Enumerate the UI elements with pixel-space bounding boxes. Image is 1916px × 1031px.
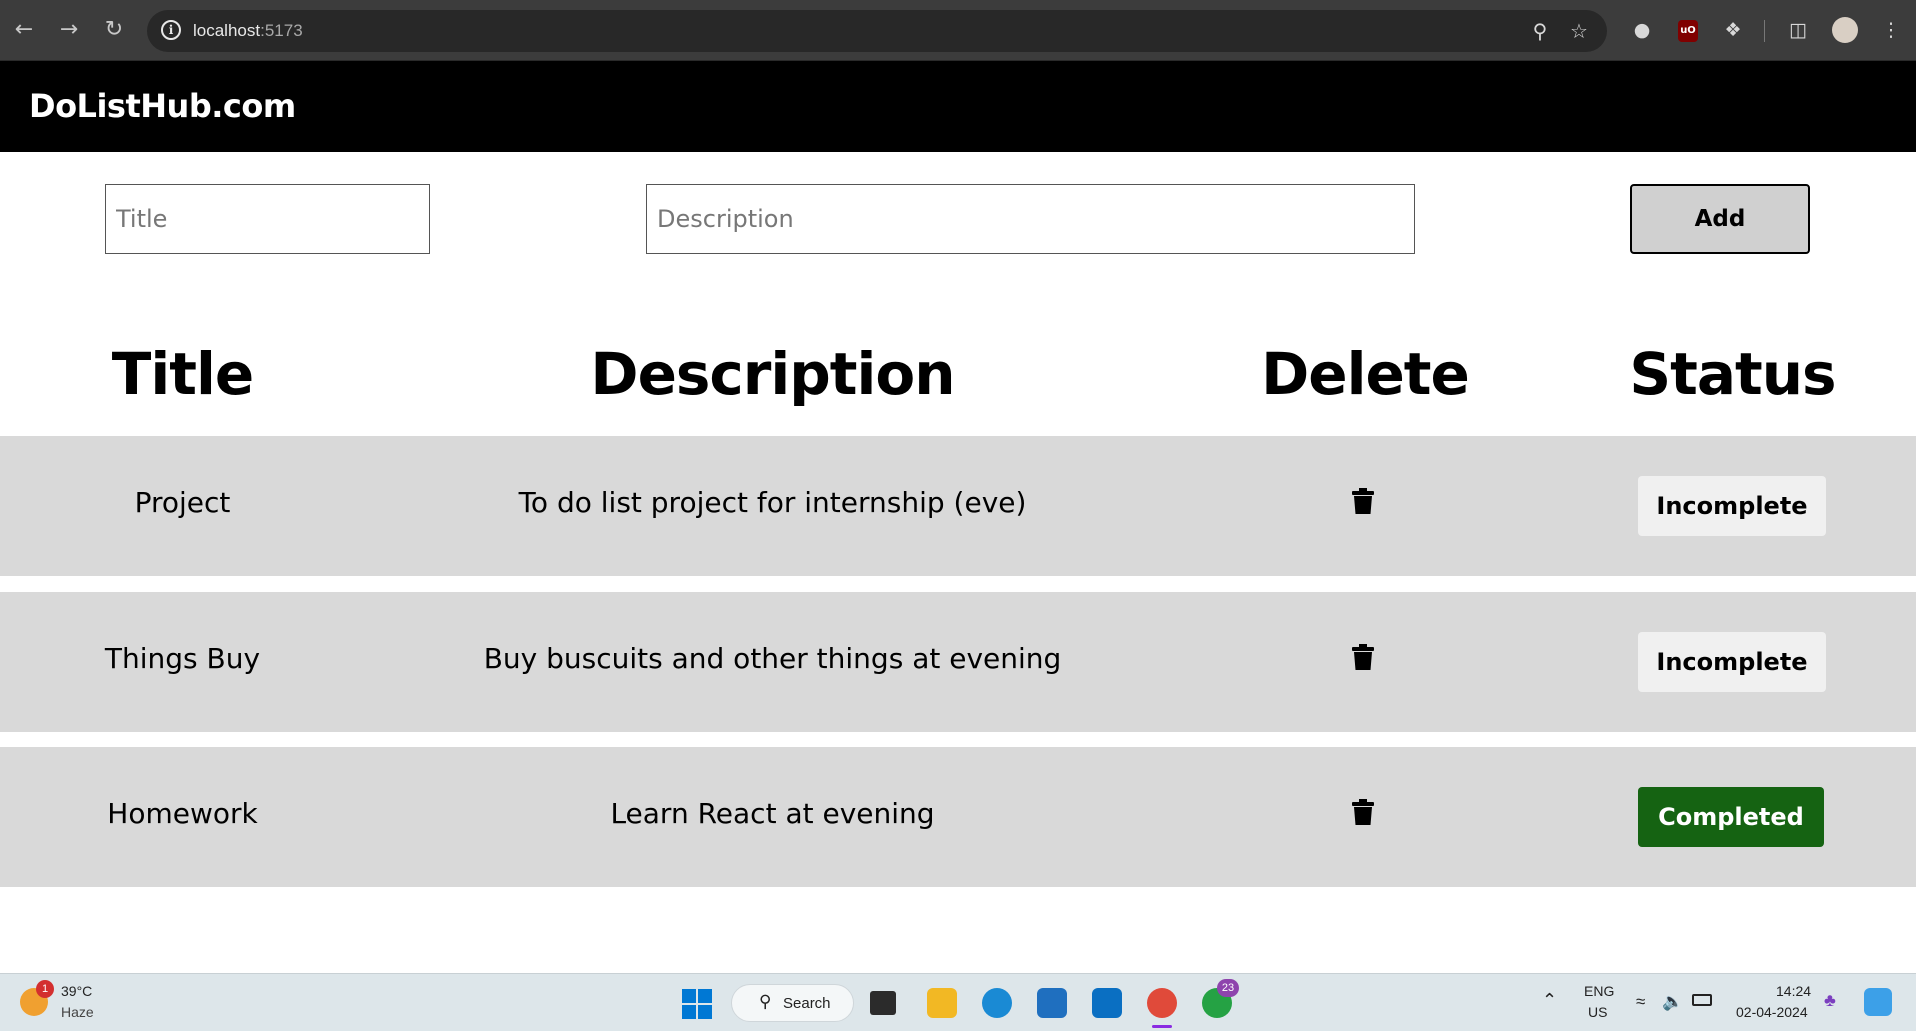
app-header: DoListHub.com	[0, 61, 1916, 152]
side-panel-icon[interactable]: ◫	[1783, 15, 1813, 45]
status-button[interactable]: Incomplete	[1638, 476, 1826, 536]
address-url[interactable]: localhost:5173	[193, 21, 303, 41]
profile-avatar[interactable]	[1832, 17, 1858, 43]
language-code[interactable]: ENG	[1584, 983, 1614, 999]
task-description: Learn React at evening	[610, 797, 935, 830]
wifi-icon[interactable]: ≈	[1636, 992, 1645, 1012]
column-header-status: Status	[1629, 340, 1836, 408]
toolbar-divider	[1764, 20, 1765, 42]
vscode-icon[interactable]	[1092, 988, 1122, 1018]
reload-icon[interactable]: ↻	[99, 15, 129, 45]
windows-start-icon[interactable]	[682, 989, 712, 1019]
whatsapp-badge: 23	[1217, 979, 1239, 997]
weather-temperature[interactable]: 39°C	[61, 983, 92, 999]
title-input[interactable]	[105, 184, 430, 254]
edge-browser-icon[interactable]	[982, 988, 1012, 1018]
task-title: Things Buy	[104, 642, 261, 675]
more-menu-icon[interactable]: ⋮	[1876, 15, 1906, 45]
app-brand[interactable]: DoListHub.com	[29, 87, 296, 125]
trash-icon[interactable]	[1352, 488, 1374, 514]
copilot-icon[interactable]	[1864, 988, 1892, 1016]
volume-icon[interactable]: 🔈	[1662, 992, 1683, 1012]
back-arrow-icon[interactable]: ←	[9, 15, 39, 45]
task-description: To do list project for internship (eve)	[518, 486, 1027, 519]
notification-bell-icon[interactable]: ♣	[1824, 990, 1836, 1011]
bookmark-star-icon[interactable]: ☆	[1566, 18, 1592, 44]
task-row: Things Buy Buy buscuits and other things…	[0, 592, 1916, 732]
url-host: localhost	[193, 21, 261, 40]
extensions-puzzle-icon[interactable]: ❖	[1718, 15, 1748, 45]
weather-condition[interactable]: Haze	[61, 1004, 94, 1020]
task-view-icon[interactable]	[870, 991, 896, 1015]
chrome-icon[interactable]	[1147, 988, 1177, 1028]
clock-time[interactable]: 14:24	[1776, 983, 1811, 999]
description-input[interactable]	[646, 184, 1415, 254]
task-row: Project To do list project for internshi…	[0, 436, 1916, 576]
add-button[interactable]: Add	[1630, 184, 1810, 254]
search-icon: ⚲	[759, 992, 772, 1012]
microsoft-store-icon[interactable]	[1037, 988, 1067, 1018]
forward-arrow-icon[interactable]: →	[54, 15, 84, 45]
status-button[interactable]: Incomplete	[1638, 632, 1826, 692]
trash-icon[interactable]	[1352, 799, 1374, 825]
address-bar[interactable]: i localhost:5173 ⚲ ☆	[147, 10, 1607, 52]
site-info-icon[interactable]: i	[161, 20, 181, 40]
task-title: Homework	[107, 797, 258, 830]
ublock-origin-icon[interactable]: uO	[1678, 20, 1698, 42]
column-header-title: Title	[111, 340, 254, 408]
task-description: Buy buscuits and other things at evening	[483, 642, 1062, 675]
status-button[interactable]: Completed	[1638, 787, 1824, 847]
search-label: Search	[783, 995, 831, 1012]
taskbar-search[interactable]: ⚲ Search	[731, 984, 854, 1022]
column-header-delete: Delete	[1261, 340, 1470, 408]
extension-icon[interactable]: ●	[1627, 15, 1657, 45]
show-hidden-icons-chevron-icon[interactable]: ⌃	[1542, 990, 1557, 1011]
weather-notification-badge: 1	[36, 980, 54, 998]
task-title: Project	[134, 486, 231, 519]
zoom-icon[interactable]: ⚲	[1527, 18, 1553, 44]
trash-icon[interactable]	[1352, 644, 1374, 670]
language-region[interactable]: US	[1588, 1004, 1607, 1020]
column-header-description: Description	[590, 340, 955, 408]
clock-date[interactable]: 02-04-2024	[1736, 1004, 1808, 1020]
task-row: Homework Learn React at evening Complete…	[0, 747, 1916, 887]
os-taskbar: 1 39°C Haze ⚲ Search 23 ⌃ ENG US ≈ 🔈 14:…	[0, 973, 1916, 1031]
file-explorer-icon[interactable]	[927, 988, 957, 1018]
url-port: :5173	[260, 21, 303, 40]
battery-icon[interactable]	[1692, 994, 1712, 1006]
browser-toolbar: ← → ↻ i localhost:5173 ⚲ ☆ ● uO ❖ ◫ ⋮	[0, 0, 1916, 61]
